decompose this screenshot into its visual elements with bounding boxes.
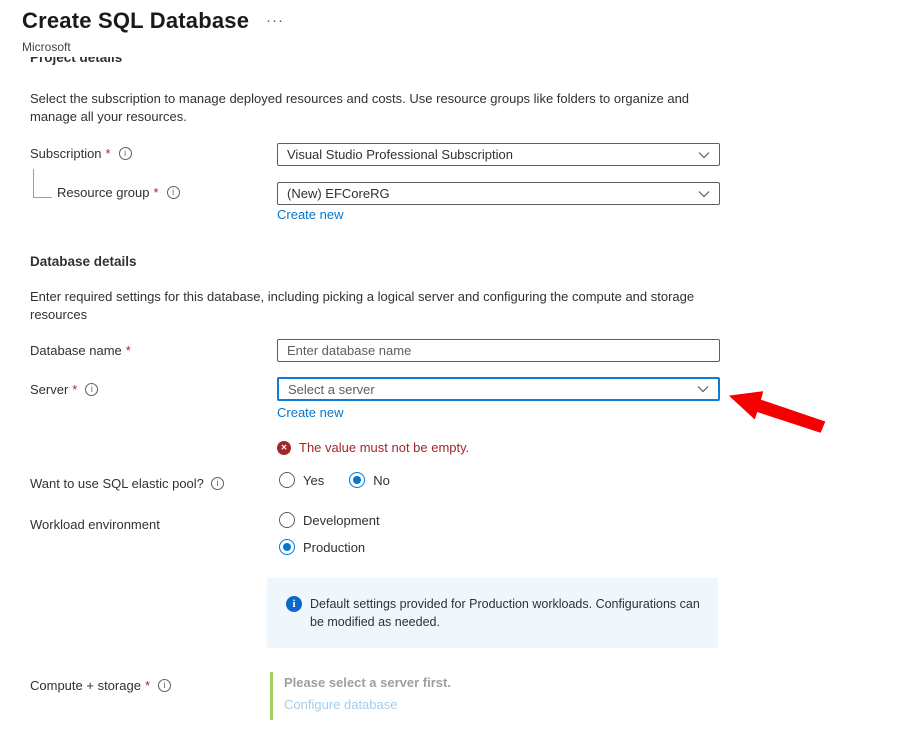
form-content: Project details Select the subscription … [0,57,910,737]
radio-yes-label[interactable]: Yes [303,473,324,488]
info-icon[interactable]: i [211,477,224,490]
info-icon[interactable]: i [119,147,132,160]
info-icon[interactable]: i [167,186,180,199]
compute-storage-label: Compute + storage [30,678,141,693]
compute-storage-block: Please select a server first. Configure … [270,672,710,720]
publisher-label: Microsoft [22,40,71,54]
resource-group-dropdown[interactable]: (New) EFCoreRG [277,182,720,205]
info-icon[interactable]: i [85,383,98,396]
production-info-box: i Default settings provided for Producti… [267,578,718,648]
server-label-row: Server * i [30,382,98,397]
database-name-label: Database name [30,343,122,358]
radio-production[interactable] [279,539,295,555]
project-details-heading: Project details [30,57,122,65]
resource-group-label-row: Resource group * i [57,185,180,200]
radio-development-label[interactable]: Development [303,513,380,528]
chevron-down-icon [697,385,709,393]
database-name-label-row: Database name * [30,343,132,358]
database-details-description: Enter required settings for this databas… [30,288,702,324]
info-box-text: Default settings provided for Production… [310,595,702,631]
resource-group-value: (New) EFCoreRG [287,186,390,201]
subscription-dropdown[interactable]: Visual Studio Professional Subscription [277,143,720,166]
elastic-pool-label-row: Want to use SQL elastic pool? i [30,476,224,491]
error-icon: ✕ [277,441,291,455]
workload-radio-production: Production [279,539,365,555]
database-name-input[interactable] [277,339,720,362]
child-field-connector [33,169,52,198]
error-text: The value must not be empty. [299,440,469,455]
resource-group-create-new-link[interactable]: Create new [277,207,343,222]
server-validation-error: ✕ The value must not be empty. [277,440,469,455]
radio-no-label[interactable]: No [373,473,390,488]
configure-database-link[interactable]: Configure database [284,697,397,712]
elastic-pool-label: Want to use SQL elastic pool? [30,476,204,491]
workload-radio-development: Development [279,512,380,528]
subscription-label: Subscription [30,146,102,161]
more-options-icon[interactable]: ··· [266,12,284,29]
info-icon[interactable]: i [158,679,171,692]
subscription-label-row: Subscription * i [30,146,132,161]
required-asterisk: * [72,382,77,397]
compute-storage-label-row: Compute + storage * i [30,678,171,693]
radio-no[interactable] [349,472,365,488]
compute-storage-message: Please select a server first. [284,675,710,690]
info-filled-icon: i [286,596,302,612]
required-asterisk: * [126,343,131,358]
required-asterisk: * [145,678,150,693]
server-value: Select a server [288,382,375,397]
workload-environment-label-row: Workload environment [30,517,160,532]
create-sql-database-page: Create SQL Database ··· Microsoft Projec… [0,0,910,737]
project-details-description: Select the subscription to manage deploy… [30,90,692,126]
server-label: Server [30,382,68,397]
elastic-pool-radio-group: Yes No [279,472,390,488]
subscription-value: Visual Studio Professional Subscription [287,147,513,162]
radio-development[interactable] [279,512,295,528]
server-create-new-link[interactable]: Create new [277,405,343,420]
radio-production-label[interactable]: Production [303,540,365,555]
required-asterisk: * [154,185,159,200]
required-asterisk: * [106,146,111,161]
chevron-down-icon [698,190,710,198]
radio-yes[interactable] [279,472,295,488]
chevron-down-icon [698,151,710,159]
resource-group-label: Resource group [57,185,150,200]
page-title: Create SQL Database [22,8,249,34]
server-dropdown[interactable]: Select a server [277,377,720,401]
red-pointer-arrow [727,384,829,434]
database-details-heading: Database details [30,254,137,269]
workload-environment-label: Workload environment [30,517,160,532]
